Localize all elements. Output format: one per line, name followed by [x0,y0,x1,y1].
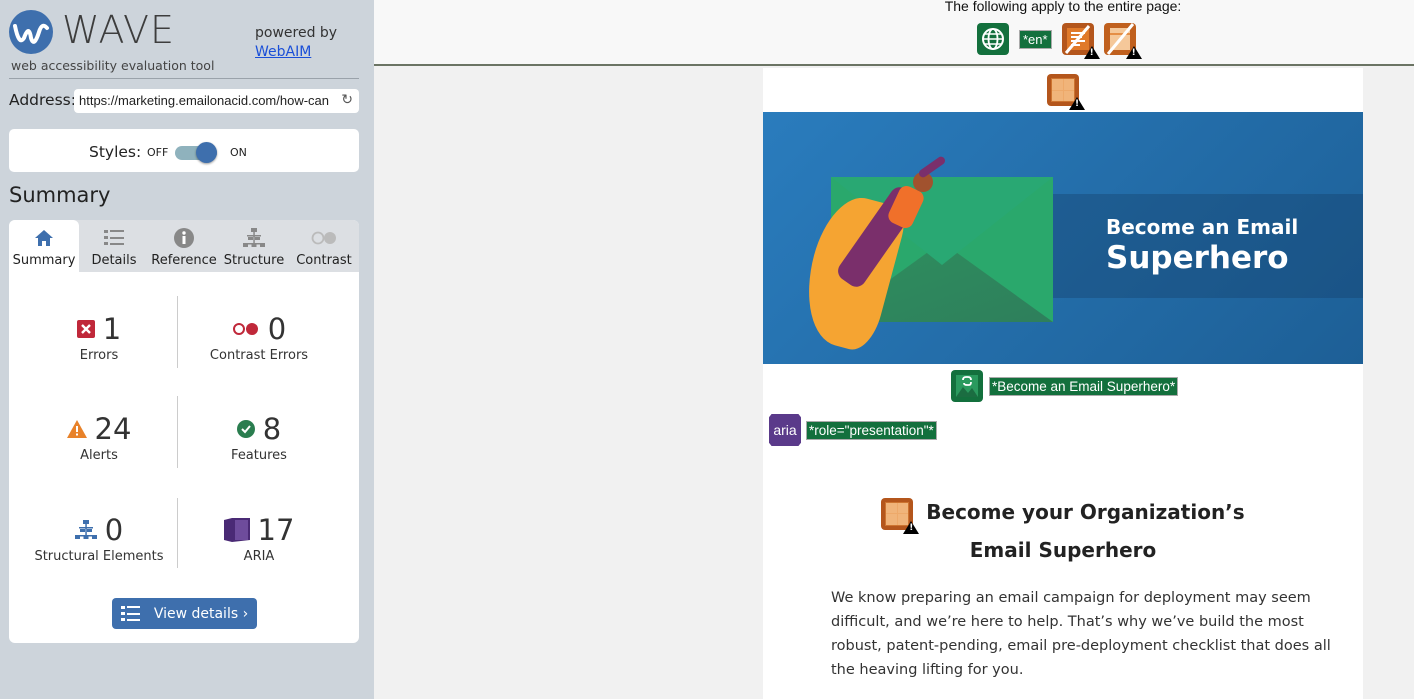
powered-by-text: powered by [255,25,338,41]
wave-logo-word: WAVE [62,8,176,52]
tab-reference[interactable]: Reference [149,220,219,272]
page-level-icons: *en* [977,23,1142,59]
page-level-bar: The following apply to the entire page: … [374,0,1414,66]
tab-label: Summary [12,253,76,268]
address-value: https://marketing.emailonacid.com/how-ca… [79,93,330,108]
hero-banner-image[interactable]: Become an Email Superhero [763,112,1363,364]
heading-text: Become your Organization’s [926,499,1245,524]
divider [9,78,359,79]
stat-label: Errors [79,348,119,363]
aria-icon [223,518,250,542]
contrast-icon [311,231,336,245]
linked-image-icon[interactable] [951,370,983,402]
summary-tabs: Summary Details Reference Structure Cont… [9,220,359,272]
layout-table-alert-icon[interactable] [1047,74,1085,110]
styles-label: Styles: [89,143,142,161]
webaim-link[interactable]: WebAIM [255,44,311,60]
list-icon [120,605,140,621]
stat-label: Contrast Errors [209,348,309,363]
tab-label: Details [91,253,137,268]
structure-icon [74,520,97,539]
styles-toggle-panel: Styles: OFF ON [9,129,359,172]
reload-icon[interactable]: ↻ [341,91,353,108]
wave-logo: WAVE web accessibility evaluation tool [9,8,249,74]
email-page: Become an Email Superhero *Become an Ema… [763,68,1363,699]
view-details-button[interactable]: View details › [112,598,257,629]
feature-icon [236,420,255,438]
info-icon [174,228,194,248]
wave-sidebar: WAVE web accessibility evaluation tool p… [0,0,374,699]
stat-value: 0 [104,513,124,547]
styles-off-label: OFF [147,146,169,159]
summary-heading: Summary [9,183,111,207]
stat-label: Features [231,448,287,463]
aria-role-tag[interactable]: *role="presentation"* [806,420,937,440]
aria-icon[interactable]: aria [769,414,801,446]
tab-contrast[interactable]: Contrast [289,220,359,272]
alt-text-tag[interactable]: *Become an Email Superhero* [989,376,1179,396]
warning-icon [903,520,920,534]
intro-paragraph: We know preparing an email campaign for … [831,590,1331,678]
no-page-regions-alert-icon[interactable] [1103,23,1142,59]
styles-toggle-knob[interactable] [196,142,217,163]
contrast-error-icon [232,323,258,335]
view-details-label: View details › [153,605,249,622]
stat-label: ARIA [243,549,275,564]
powered-by: powered by WebAIM [255,24,337,62]
language-icon[interactable] [977,23,1009,55]
stat-value: 0 [267,312,287,346]
hierarchy-icon [243,228,265,247]
tab-summary[interactable]: Summary [9,220,79,272]
stat-label: Structural Elements [34,549,164,564]
stat-features[interactable]: 8 Features [179,412,339,463]
page-preview: The following apply to the entire page: … [374,0,1414,699]
stat-alerts[interactable]: 24 Alerts [19,412,179,463]
error-icon [76,320,95,338]
heading-line2: Email Superhero [969,538,1157,562]
heading-line1: Become your Organization’s [763,494,1363,534]
warning-icon [1083,46,1100,59]
wave-logo-icon [9,10,53,54]
address-input[interactable]: https://marketing.emailonacid.com/how-ca… [74,89,359,113]
home-icon [35,230,53,246]
tab-label: Reference [151,253,217,268]
address-label: Address: [9,91,76,109]
hero-arm [917,155,947,179]
stat-label: Alerts [80,448,118,463]
stat-value: 8 [262,412,282,446]
banner-line1: Become an Email [1106,215,1299,239]
stat-value: 1 [102,312,122,346]
aria-presentation: aria *role="presentation"* [769,414,937,446]
stat-errors[interactable]: 1 Errors [19,312,179,363]
stat-value: 17 [257,513,295,547]
warning-icon [1125,46,1142,59]
styles-on-label: ON [230,146,247,159]
tab-label: Contrast [296,253,352,268]
stat-contrast-errors[interactable]: 0 Contrast Errors [179,312,339,363]
stat-structural-elements[interactable]: 0 Structural Elements [19,513,179,564]
warning-icon [1069,97,1085,110]
summary-panel: Summary Details Reference Structure Cont… [9,220,359,643]
tab-structure[interactable]: Structure [219,220,289,272]
apply-text: The following apply to the entire page: [944,0,1182,14]
list-icon [104,230,124,245]
stat-aria[interactable]: 17 ARIA [179,513,339,564]
no-headings-alert-icon[interactable] [1061,23,1100,59]
banner-line2: Superhero [1106,240,1289,276]
wave-logo-subtitle: web accessibility evaluation tool [11,58,215,73]
language-tag[interactable]: *en* [1019,29,1052,49]
alert-icon [66,420,87,438]
tab-details[interactable]: Details [79,220,149,272]
linked-image-alt: *Become an Email Superhero* [951,370,1179,402]
tab-label: Structure [223,253,285,268]
layout-table-alert-icon[interactable] [881,494,920,534]
stat-value: 24 [94,412,132,446]
